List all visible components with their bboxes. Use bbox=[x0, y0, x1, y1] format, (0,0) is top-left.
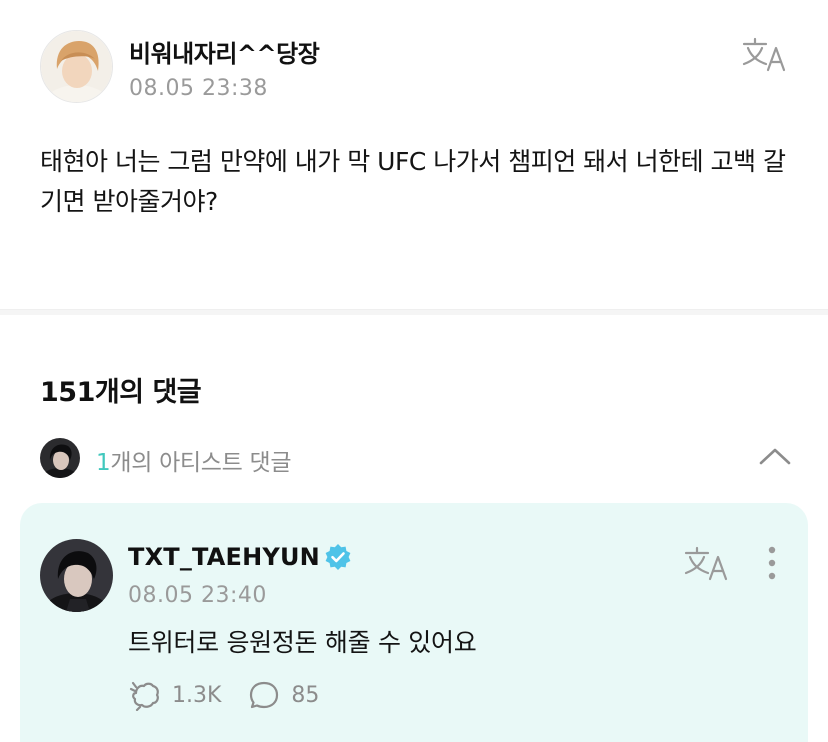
translate-icon[interactable] bbox=[742, 36, 788, 72]
artist-comments-label: 1개의 아티스트 댓글 bbox=[96, 443, 292, 477]
artist-avatar[interactable] bbox=[40, 539, 113, 612]
post-header: 비워내자리^^당장 08.05 23:38 bbox=[40, 30, 800, 108]
comment-bubble-icon[interactable] bbox=[247, 679, 281, 711]
post-body: 태현아 너는 그럼 만약에 내가 막 UFC 나가서 챔피언 돼서 너한테 고백… bbox=[40, 147, 786, 216]
like-count: 1.3K bbox=[172, 682, 222, 708]
like-icon[interactable] bbox=[128, 679, 162, 712]
artist-comment-text: 트위터로 응원정돈 해줄 수 있어요 bbox=[128, 628, 477, 657]
artist-comments-toggle[interactable]: 1개의 아티스트 댓글 bbox=[40, 438, 800, 478]
verified-badge-icon bbox=[324, 543, 352, 571]
comment-count: 151개의 댓글 bbox=[40, 377, 202, 408]
section-divider bbox=[0, 309, 828, 315]
post-author-avatar[interactable] bbox=[40, 30, 113, 103]
translate-icon[interactable] bbox=[684, 545, 730, 581]
reply-count: 85 bbox=[291, 682, 320, 708]
artist-comments-text: 개의 아티스트 댓글 bbox=[110, 450, 292, 476]
artist-comments-count: 1 bbox=[96, 450, 111, 476]
artist-name[interactable]: TXT_TAEHYUN bbox=[128, 543, 320, 571]
artist-avatar-small bbox=[40, 438, 80, 478]
more-vertical-icon[interactable] bbox=[762, 545, 782, 581]
artist-name-row: TXT_TAEHYUN bbox=[128, 541, 352, 573]
artist-comment-timestamp: 08.05 23:40 bbox=[128, 583, 267, 608]
post-author-name[interactable]: 비워내자리^^당장 bbox=[129, 34, 320, 69]
post-timestamp: 08.05 23:38 bbox=[129, 76, 268, 101]
chevron-up-icon[interactable] bbox=[758, 444, 792, 468]
comment-stats: 1.3K 85 bbox=[128, 679, 320, 712]
artist-comment-card: TXT_TAEHYUN 08.05 23:40 트위터로 응원정돈 해줄 수 있… bbox=[20, 503, 808, 742]
